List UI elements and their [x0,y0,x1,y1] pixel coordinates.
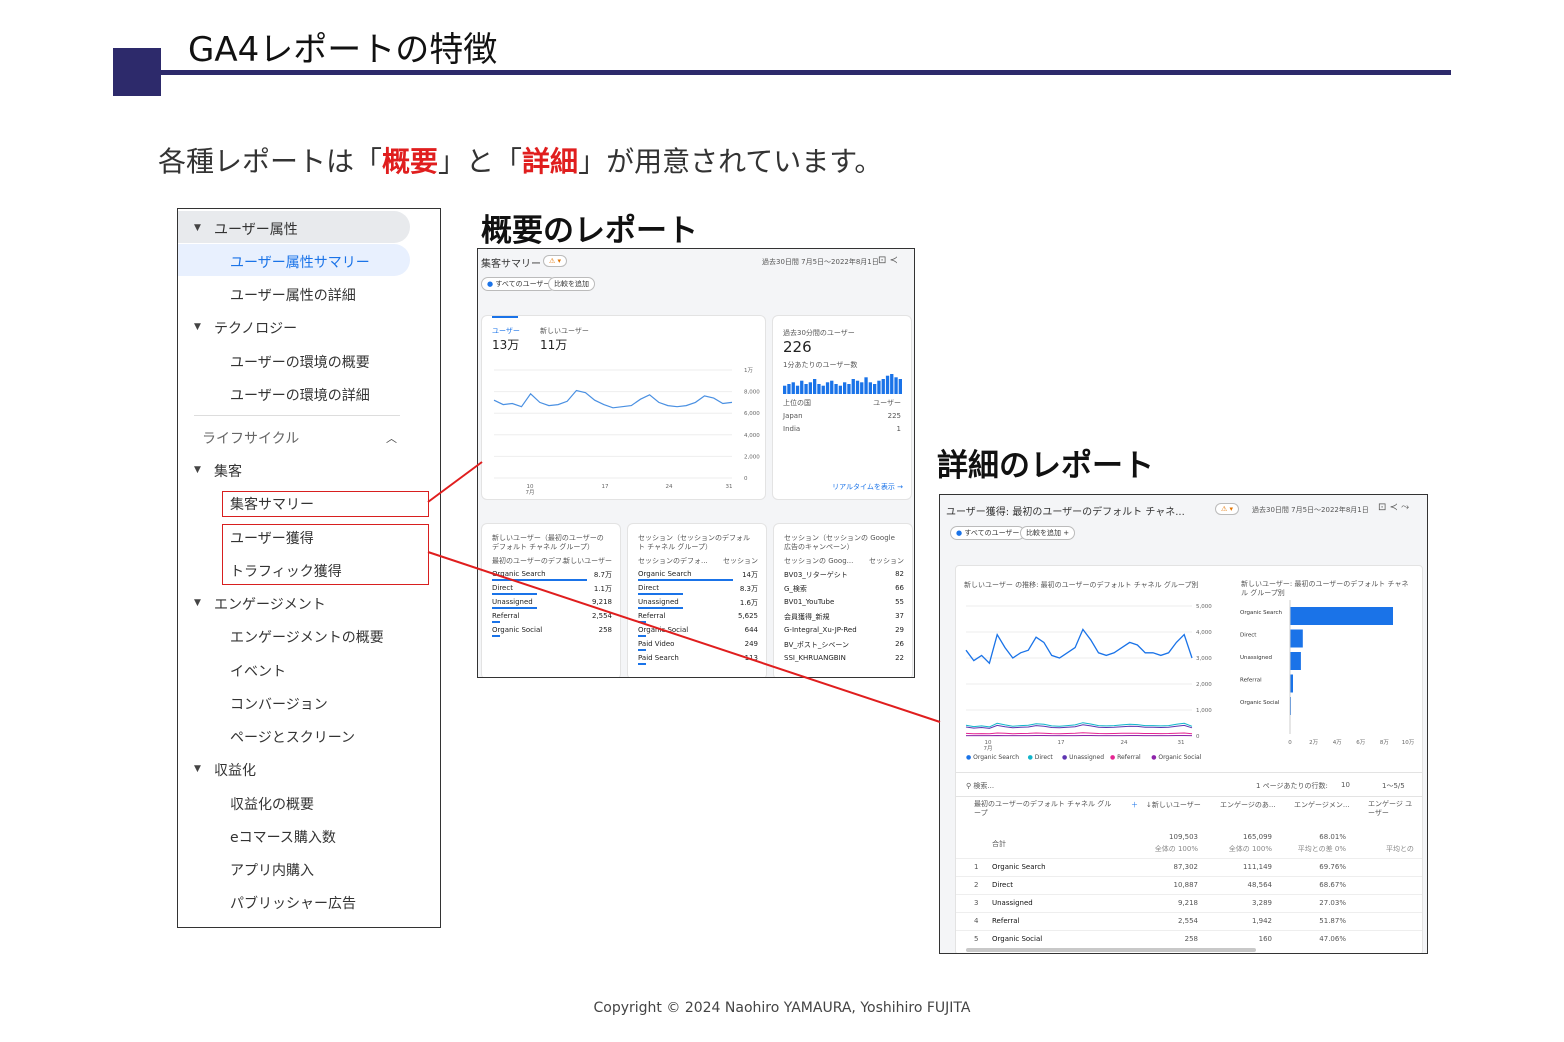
connector-to-detail [427,551,941,723]
connector-to-overview [427,461,483,503]
connector-lines [427,461,941,723]
copyright: Copyright © 2024 Naohiro YAMAURA, Yoshih… [593,1000,971,1016]
